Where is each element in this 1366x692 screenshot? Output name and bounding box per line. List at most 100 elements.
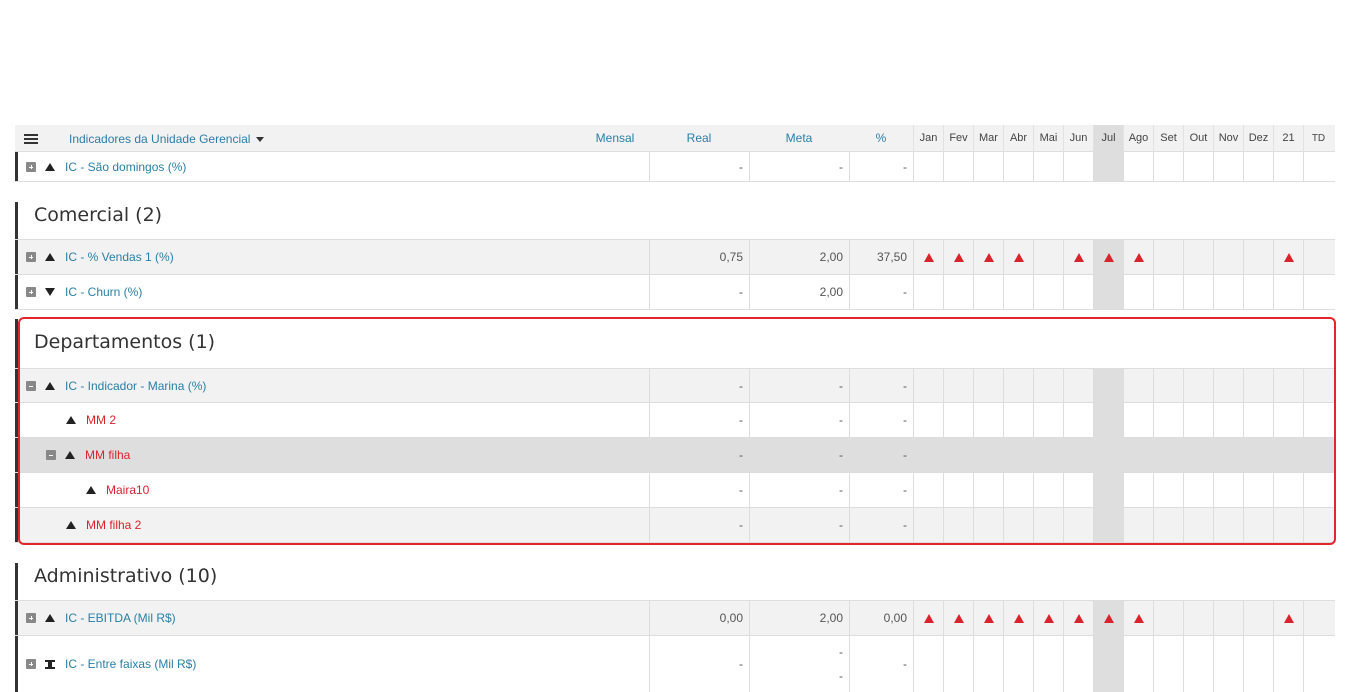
month-cell-dez (1243, 473, 1273, 507)
month-cell-ago (1123, 403, 1153, 437)
month-cell-jan (913, 473, 943, 507)
expand-icon[interactable] (26, 287, 36, 297)
row-indicator-bar (15, 403, 18, 437)
indicator-link[interactable]: IC - Churn (%) (65, 285, 142, 299)
row-name: IC - Churn (%) (26, 275, 142, 309)
pct-value: - (849, 636, 913, 692)
indicator-link[interactable]: IC - % Vendas 1 (%) (65, 250, 174, 264)
group-bar (15, 202, 18, 239)
trend-up-icon (45, 253, 55, 261)
header-real[interactable]: Real (649, 125, 749, 152)
meta-value: 2,00 (749, 601, 849, 635)
table-row[interactable]: IC - Indicador - Marina (%) - - - (15, 368, 1335, 403)
table-row[interactable]: IC - São domingos (%) - - - (15, 152, 1335, 182)
month-cell-td (1303, 473, 1333, 507)
month-cell-abr (1003, 508, 1033, 542)
month-cell-td (1303, 403, 1333, 437)
month-cell-mai (1033, 275, 1063, 309)
month-cell-dez (1243, 508, 1273, 542)
month-cell-nov (1213, 275, 1243, 309)
month-cell-jan (913, 275, 943, 309)
month-cell-21 (1273, 473, 1303, 507)
sub-indicator-link[interactable]: Maira10 (106, 483, 149, 497)
month-cell-abr (1003, 369, 1033, 402)
meta-value: - (749, 508, 849, 542)
alert-triangle-icon (1013, 252, 1024, 262)
row-name: Maira10 (86, 473, 149, 507)
month-cell-21 (1273, 438, 1303, 472)
meta-value: 2,00 (749, 240, 849, 274)
month-cell-ago (1123, 369, 1153, 402)
indicator-link[interactable]: IC - Entre faixas (Mil R$) (65, 657, 196, 671)
collapse-icon[interactable] (46, 450, 56, 460)
indicator-link[interactable]: IC - EBITDA (Mil R$) (65, 611, 176, 625)
real-value: 0,75 (649, 240, 749, 274)
month-cell-abr (1003, 275, 1033, 309)
month-cell-set (1153, 601, 1183, 635)
collapse-icon[interactable] (26, 380, 36, 391)
sub-indicator-link[interactable]: MM filha 2 (86, 518, 141, 532)
expand-icon[interactable] (26, 659, 36, 669)
alert-triangle-icon (983, 252, 994, 262)
expand-icon[interactable] (26, 252, 36, 262)
month-cell-jan (913, 438, 943, 472)
month-cell-mar (973, 508, 1003, 542)
table-row[interactable]: MM 2 - - - (15, 403, 1335, 438)
header-meta[interactable]: Meta (749, 125, 849, 152)
trend-up-icon (86, 486, 96, 494)
month-cell-jul (1093, 403, 1123, 437)
table-row[interactable]: IC - Churn (%) - 2,00 - (15, 275, 1335, 310)
indicator-link[interactable]: IC - São domingos (%) (65, 160, 186, 174)
month-cell-dez (1243, 438, 1273, 472)
header-mensal[interactable]: Mensal (575, 125, 655, 152)
month-cell-jul (1093, 601, 1123, 635)
row-name: MM filha (46, 438, 130, 472)
table-row[interactable]: MM filha - - - (15, 438, 1335, 473)
month-cell-jul (1093, 438, 1123, 472)
pct-value: - (849, 473, 913, 507)
month-cell-jun (1063, 636, 1093, 692)
month-cell-jan (913, 403, 943, 437)
sub-indicator-link[interactable]: MM filha (85, 448, 130, 462)
table-row[interactable]: IC - % Vendas 1 (%) 0,75 2,00 37,50 (15, 239, 1335, 275)
header-month-jun: Jun (1063, 125, 1093, 152)
expand-icon[interactable] (26, 613, 36, 623)
table-row[interactable]: Maira10 - - - (15, 473, 1335, 508)
month-cell-set (1153, 636, 1183, 692)
month-cell-out (1183, 369, 1213, 402)
month-cell-jan (913, 601, 943, 635)
alert-triangle-icon (983, 613, 994, 623)
month-cell-td (1303, 636, 1333, 692)
meta-value: - (749, 369, 849, 402)
expand-icon[interactable] (26, 161, 36, 172)
meta-value: - (749, 403, 849, 437)
month-cell-ago (1123, 508, 1153, 542)
month-cell-out (1183, 473, 1213, 507)
alert-triangle-icon (953, 252, 964, 262)
header-pct[interactable]: % (849, 125, 913, 152)
month-cell-td (1303, 601, 1333, 635)
alert-triangle-icon (1283, 613, 1294, 623)
indicators-dropdown[interactable]: Indicadores da Unidade Gerencial (69, 132, 265, 146)
month-cell-jun (1063, 473, 1093, 507)
table-row[interactable]: IC - Entre faixas (Mil R$) - - - - (15, 636, 1335, 692)
alert-triangle-icon (1013, 613, 1024, 623)
sub-indicator-link[interactable]: MM 2 (86, 413, 116, 427)
month-cell-21 (1273, 636, 1303, 692)
month-cell-mai (1033, 152, 1063, 181)
pct-value: - (903, 448, 907, 462)
month-cell-mai (1033, 636, 1063, 692)
trend-up-icon (66, 416, 76, 424)
alert-triangle-icon (1133, 613, 1144, 623)
menu-button[interactable] (15, 125, 47, 152)
indicator-link[interactable]: IC - Indicador - Marina (%) (65, 379, 206, 393)
month-cell-21 (1273, 275, 1303, 309)
real-value: - (649, 508, 749, 542)
header-month-mar: Mar (973, 125, 1003, 152)
table-row[interactable]: MM filha 2 - - - (15, 508, 1335, 543)
month-cell-set (1153, 275, 1183, 309)
alert-triangle-icon (953, 613, 964, 623)
month-cell-td (1303, 508, 1333, 542)
trend-up-icon (45, 381, 55, 390)
table-row[interactable]: IC - EBITDA (Mil R$) 0,00 2,00 0,00 (15, 600, 1335, 636)
